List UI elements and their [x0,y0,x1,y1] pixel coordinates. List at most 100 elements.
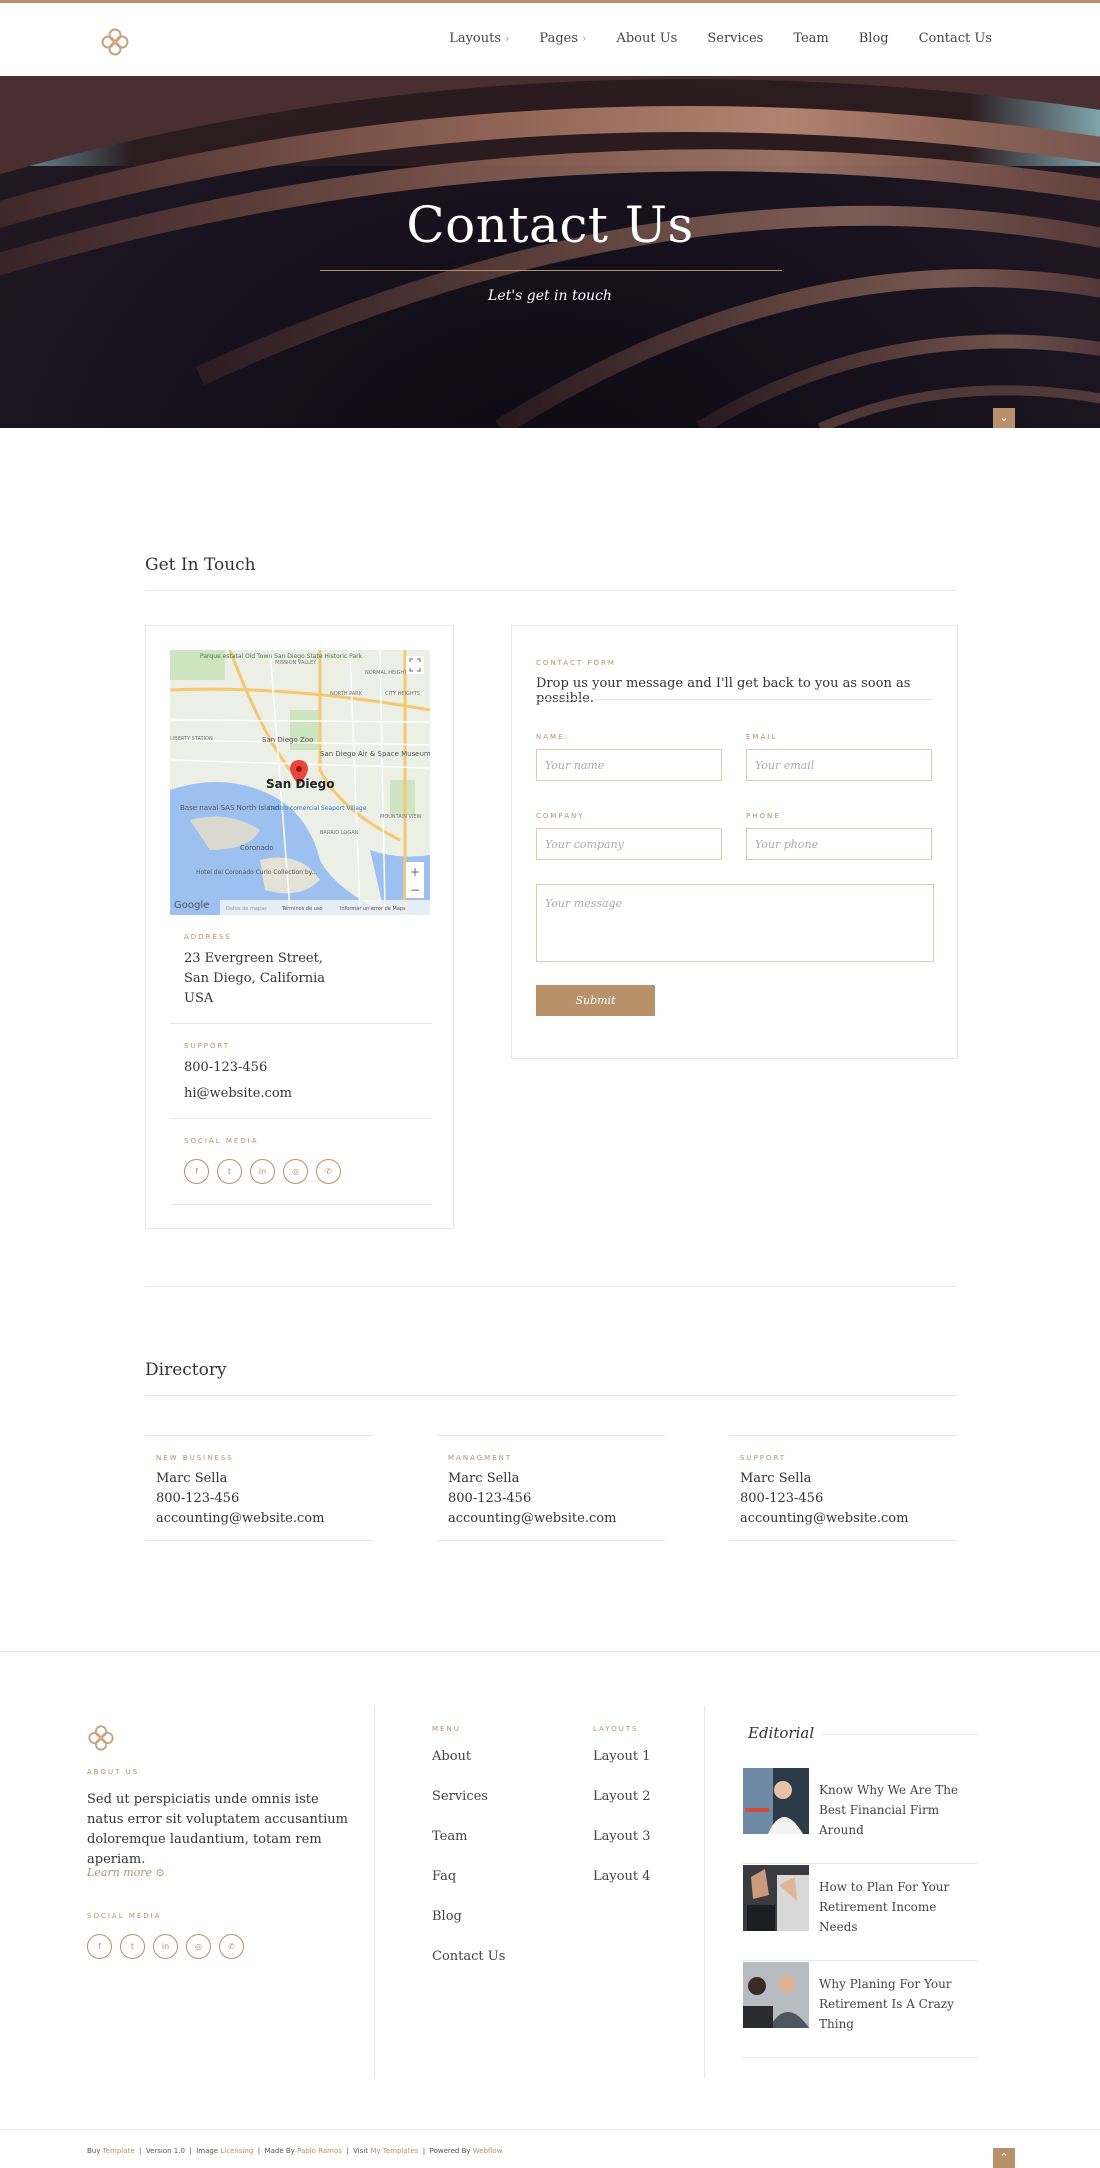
map-footer-link[interactable]: Informar un error de Maps [340,906,406,912]
contact-email[interactable]: accounting@website.com [740,1509,908,1529]
editorial-post[interactable]: Know Why We Are The Best Financial Firm … [743,1768,977,1864]
contact-phone[interactable]: 800-123-456 [740,1489,908,1509]
name-label: Name: [536,733,569,741]
editorial-post[interactable]: How to Plan For Your Retirement Income N… [743,1865,977,1961]
map-label: BARRIO LOGAN [320,830,359,836]
map-footer-link[interactable]: Datos de mapas [226,906,267,912]
footer-menu-item-contact-us[interactable]: Contact Us [432,1949,505,1989]
footer-menu-item-faq[interactable]: Faq [432,1869,505,1909]
chevron-down-icon: ⌄ [999,411,1009,424]
google-logo: Google [174,900,209,911]
instagram-icon[interactable]: ◎ [186,1934,211,1959]
chevron-right-icon: › [505,32,510,45]
nav-item-services[interactable]: Services [707,31,763,46]
contact-email[interactable]: accounting@website.com [448,1509,616,1529]
credit-text: Made By [264,2147,295,2155]
post-title[interactable]: Know Why We Are The Best Financial Firm … [819,1780,977,1840]
learn-more-link[interactable]: Learn more ⊙ [87,1866,165,1879]
phone-label: Phone [746,812,781,820]
nav-item-blog[interactable]: Blog [859,31,889,46]
linkedin-icon[interactable]: in [250,1159,275,1184]
map-footer-link[interactable]: Términos de uso [281,905,323,912]
footer-menu-item-team[interactable]: Team [432,1829,505,1869]
contact-phone[interactable]: 800-123-456 [156,1489,324,1509]
contact-form-intro: Drop us your message and I'll get back t… [536,676,911,706]
linkedin-icon[interactable]: in [153,1934,178,1959]
address-line: San Diego, California [184,971,325,986]
directory-heading: Directory [145,1360,227,1380]
nav-item-contact-us[interactable]: Contact Us [919,31,992,46]
directory-column-managment: Managment Marc Sella 800-123-456 account… [437,1435,665,1541]
social-media-label: Social Media [184,1137,259,1145]
chevron-right-icon: › [582,32,587,45]
whatsapp-icon[interactable]: ✆ [316,1159,341,1184]
phone-field[interactable]: Your phone [746,828,932,860]
footer-social-icons: f t in ◎ ✆ [87,1934,244,1959]
section-divider [145,1286,957,1287]
map-label: San Diego Zoo [262,736,313,744]
footer-layout-link[interactable]: Layout 2 [593,1789,651,1829]
contact-form-label: Contact Form [536,659,616,667]
nav-item-about-us[interactable]: About Us [616,31,677,46]
divider [536,699,934,700]
contact-phone[interactable]: 800-123-456 [448,1489,616,1509]
twitter-icon[interactable]: t [120,1934,145,1959]
submit-button[interactable]: Submit [536,985,655,1016]
editorial-heading: Editorial [748,1724,815,1742]
facebook-icon[interactable]: f [184,1159,209,1184]
support-label: Support [184,1042,231,1050]
company-field[interactable]: Your company [536,828,722,860]
scroll-down-button[interactable]: ⌄ [993,408,1015,428]
map-label: NORMAL HEIGHTS [365,670,411,676]
back-to-top-button[interactable]: ⌃ [993,2148,1015,2168]
footer-menu-item-about[interactable]: About [432,1749,505,1789]
post-title[interactable]: How to Plan For Your Retirement Income N… [819,1877,977,1937]
zoom-out-icon[interactable]: − [410,883,420,897]
directory-label: New Business [156,1454,234,1462]
webflow-link[interactable]: Webflow [473,2147,503,2155]
footer-menu-item-blog[interactable]: Blog [432,1909,505,1949]
whatsapp-icon[interactable]: ✆ [219,1934,244,1959]
footer-layout-link[interactable]: Layout 1 [593,1749,651,1789]
nav-item-pages[interactable]: Pages › [539,31,586,46]
logo-icon[interactable] [100,27,130,57]
editorial-post[interactable]: Why Planing For Your Retirement Is A Cra… [743,1962,977,2058]
post-thumbnail [743,1865,809,1931]
contact-email[interactable]: accounting@website.com [156,1509,324,1529]
zoom-in-icon[interactable]: + [410,865,420,879]
section-divider [145,1395,957,1396]
map[interactable]: San Diego Parque estatal Old Town San Di… [170,650,430,915]
contact-form-card: Contact Form Drop us your message and I'… [511,625,958,1059]
template-link[interactable]: Template [103,2147,135,2155]
facebook-icon[interactable]: f [87,1934,112,1959]
my-templates-link[interactable]: My Templates [370,2147,418,2155]
name-field[interactable]: Your name [536,749,722,781]
map-label: LIBERTY STATION [170,736,213,742]
support-phone[interactable]: 800-123-456 [184,1058,267,1078]
instagram-icon[interactable]: ◎ [283,1159,308,1184]
licensing-link[interactable]: Licensing [220,2147,253,2155]
footer-social-label: Social Media [87,1912,162,1920]
directory-label: Support [740,1454,787,1462]
email-field[interactable]: Your email [746,749,932,781]
map-label: Parque estatal Old Town San Diego State … [200,653,363,660]
footer-menu-item-services[interactable]: Services [432,1789,505,1829]
post-title[interactable]: Why Planing For Your Retirement Is A Cra… [819,1974,977,2034]
footer-logo-icon[interactable] [87,1724,115,1752]
map-label: CITY HEIGHTS [385,691,420,697]
nav-item-layouts[interactable]: Layouts › [449,31,509,46]
fullscreen-button[interactable] [406,656,424,674]
author-link[interactable]: Pablo Ramos [297,2147,342,2155]
map-label: Base naval SAS North Island [180,804,279,812]
footer-about-text: Sed ut perspiciatis unde omnis iste natu… [87,1792,348,1867]
twitter-icon[interactable]: t [217,1159,242,1184]
nav-item-team[interactable]: Team [793,31,828,46]
page-title: Contact Us [406,196,694,254]
footer-layout-link[interactable]: Layout 4 [593,1869,651,1909]
section-divider [145,590,957,591]
support-email[interactable]: hi@website.com [184,1084,292,1104]
map-label: Coronado [240,844,274,852]
message-field[interactable]: Your message [536,884,934,962]
map-label: Hotel del Coronado Curio Collection by..… [196,869,317,876]
footer-layout-link[interactable]: Layout 3 [593,1829,651,1869]
